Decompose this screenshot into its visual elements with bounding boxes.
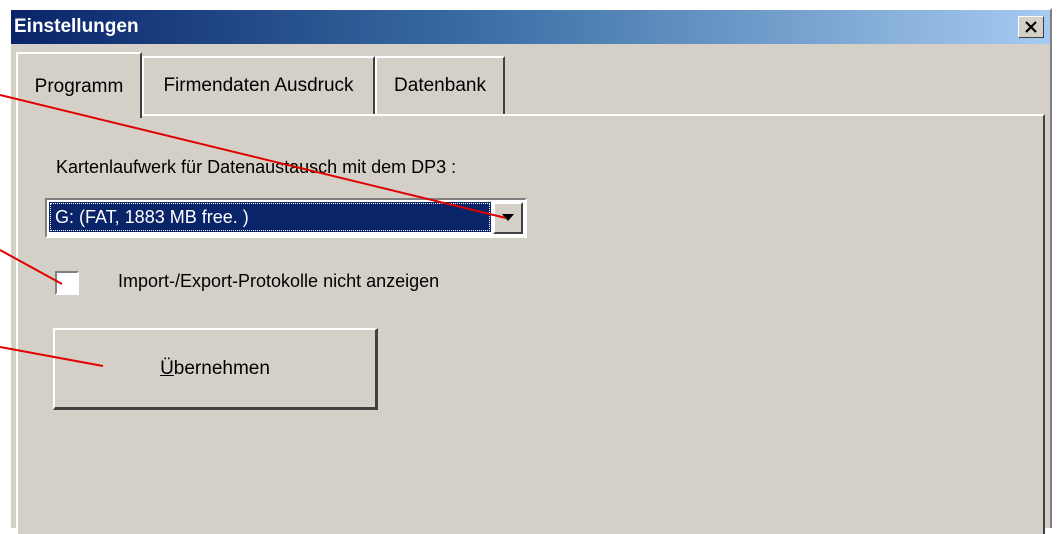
chevron-down-icon	[502, 214, 514, 221]
drive-select-dropdown-button[interactable]	[493, 202, 523, 234]
apply-button-label: bernehmen	[173, 357, 270, 379]
settings-dialog: Einstellungen Programm Firmendaten Ausdr…	[9, 8, 1052, 534]
apply-button[interactable]: Übernehmen	[53, 328, 378, 410]
window-title: Einstellungen	[14, 16, 139, 37]
title-bar[interactable]: Einstellungen	[11, 10, 1050, 44]
tab-programm[interactable]: Programm	[16, 52, 142, 118]
tab-label: Programm	[34, 76, 124, 97]
drive-label: Kartenlaufwerk für Datenaustausch mit de…	[56, 157, 457, 177]
tab-firmendaten-ausdruck[interactable]: Firmendaten Ausdruck	[142, 56, 375, 116]
apply-button-mnemonic: Ü	[160, 357, 174, 379]
hide-protocols-checkbox[interactable]	[55, 271, 79, 295]
tab-label: Firmendaten Ausdruck	[163, 75, 354, 96]
close-button[interactable]	[1018, 16, 1044, 38]
drive-select[interactable]: G: (FAT, 1883 MB free. )	[45, 198, 527, 238]
hide-protocols-label: Import-/Export-Protokolle nicht anzeigen	[118, 271, 440, 291]
drive-select-value: G: (FAT, 1883 MB free. )	[49, 202, 491, 232]
close-icon	[1025, 21, 1037, 33]
tab-datenbank[interactable]: Datenbank	[375, 56, 505, 116]
tab-label: Datenbank	[394, 75, 486, 96]
